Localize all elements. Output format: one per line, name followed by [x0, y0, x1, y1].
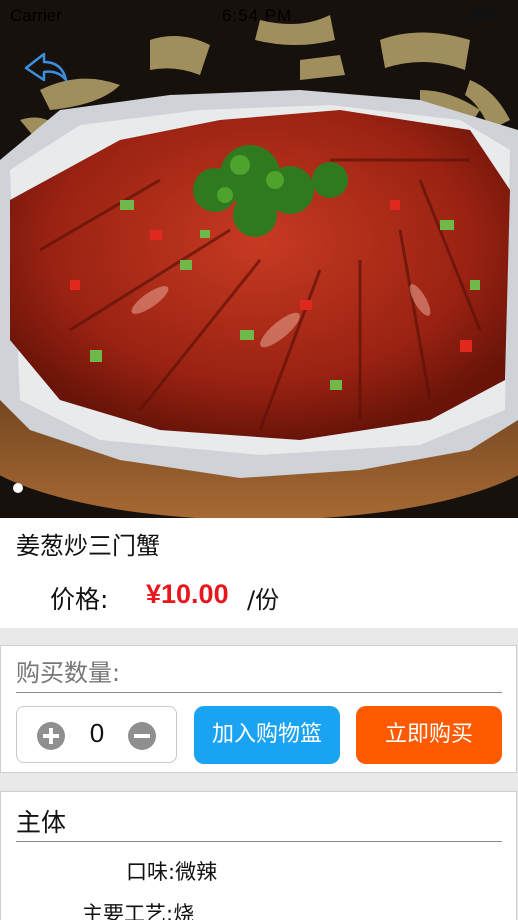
- back-arrow-icon: [24, 52, 68, 82]
- detail-value: 微辣: [175, 860, 218, 884]
- divider: [16, 692, 502, 693]
- banner-page-indicator: [13, 483, 23, 493]
- quantity-value: 0: [89, 718, 105, 748]
- detail-value: 烧: [173, 902, 195, 920]
- minus-circle-icon[interactable]: [128, 722, 156, 750]
- detail-row: 口味:微辣: [126, 856, 217, 886]
- quantity-label: 购买数量:: [16, 659, 121, 687]
- plus-circle-icon[interactable]: [37, 722, 65, 750]
- buy-now-button[interactable]: 立即购买: [356, 706, 502, 764]
- price-label: 价格:: [50, 585, 109, 614]
- dish-photo: [0, 0, 518, 518]
- detail-row: 主要工艺:烧: [82, 898, 194, 920]
- back-button[interactable]: [22, 48, 72, 88]
- price-value: ¥10.00: [146, 579, 229, 609]
- details-panel: [0, 791, 517, 920]
- carrier-label: Carrier: [10, 6, 62, 25]
- add-to-cart-button[interactable]: 加入购物篮: [194, 706, 340, 764]
- dish-name: 姜葱炒三门蟹: [16, 532, 160, 560]
- detail-label: 主要工艺:: [82, 902, 174, 920]
- dish-detail-page: Carrier 6:54 PM 姜葱炒三门蟹 价格: ¥10.00 /份 购买数…: [0, 0, 518, 920]
- status-bar: Carrier 6:54 PM: [0, 0, 518, 32]
- dish-photo-banner[interactable]: Carrier 6:54 PM: [0, 0, 518, 518]
- battery-icon: [470, 8, 503, 21]
- divider: [16, 841, 502, 842]
- details-title: 主体: [16, 808, 67, 837]
- price-unit: /份: [247, 586, 280, 614]
- status-time: 6:54 PM: [222, 6, 293, 25]
- detail-label: 口味:: [126, 860, 176, 884]
